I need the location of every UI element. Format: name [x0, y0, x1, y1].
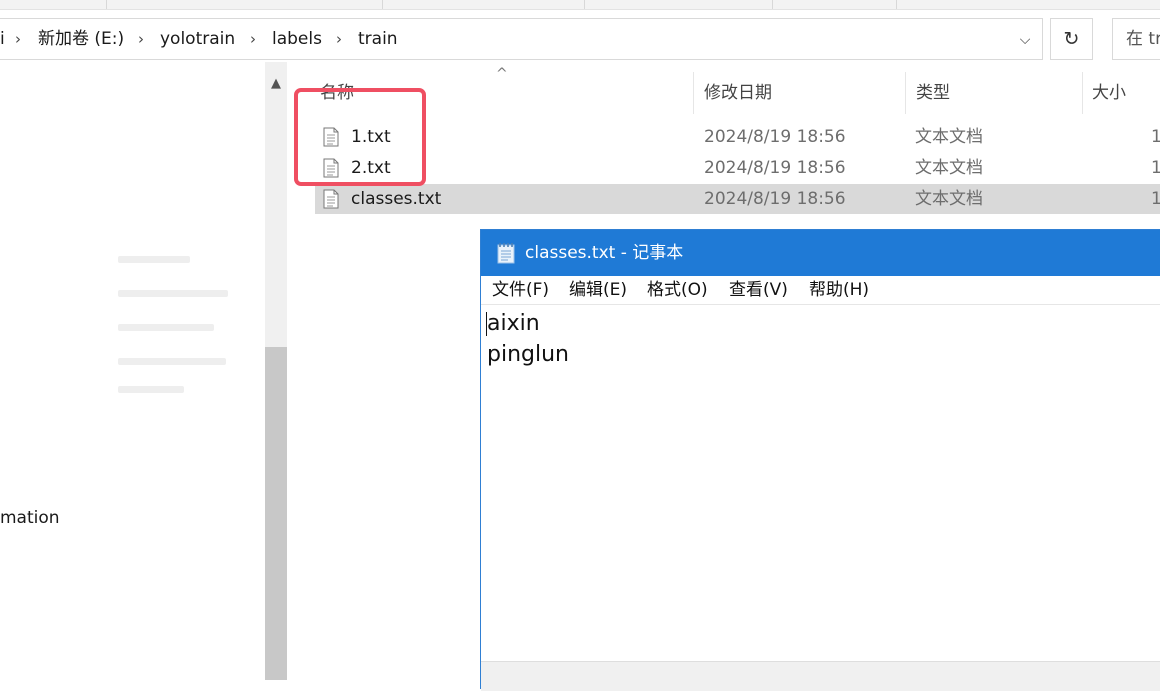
nav-scrollbar[interactable]: ▲	[265, 62, 287, 680]
breadcrumb-item[interactable]: 新加卷 (E:)	[38, 19, 124, 59]
notepad-window[interactable]: classes.txt - 记事本 文件(F) 编辑(E) 格式(O) 查看(V…	[480, 229, 1160, 691]
notepad-status-bar	[481, 661, 1160, 691]
nav-ghost-line	[118, 386, 184, 393]
file-type: 文本文档	[915, 158, 983, 178]
menu-file[interactable]: 文件(F)	[492, 276, 549, 304]
text-cursor	[486, 312, 487, 336]
column-divider[interactable]	[905, 72, 906, 114]
file-size: 1	[1151, 189, 1160, 209]
breadcrumb-item[interactable]: train	[358, 19, 398, 59]
file-date: 2024/8/19 18:56	[704, 158, 846, 178]
file-size: 1	[1151, 158, 1160, 178]
breadcrumb-chevron-icon[interactable]: ›	[138, 19, 144, 59]
search-input[interactable]: 在 tr	[1112, 18, 1160, 60]
sort-ascending-icon: ^	[496, 66, 508, 82]
breadcrumb-item[interactable]: yolotrain	[160, 19, 235, 59]
notepad-icon	[497, 243, 515, 264]
breadcrumb-item[interactable]: labels	[272, 19, 322, 59]
highlight-annotation-box	[294, 88, 426, 186]
address-dropdown-icon[interactable]: ⌵	[1012, 27, 1038, 53]
nav-item-label[interactable]: mation	[0, 508, 60, 528]
scroll-up-icon[interactable]: ▲	[265, 76, 287, 91]
file-type: 文本文档	[915, 189, 983, 209]
file-row-selected[interactable]: classes.txt 2024/8/19 18:56 文本文档 1	[315, 184, 1160, 214]
column-header-type[interactable]: 类型	[916, 70, 950, 116]
notepad-title-bar[interactable]: classes.txt - 记事本	[481, 230, 1160, 276]
column-header-size[interactable]: 大小	[1092, 70, 1126, 116]
menu-format[interactable]: 格式(O)	[647, 276, 708, 304]
file-date: 2024/8/19 18:56	[704, 127, 846, 147]
menu-edit[interactable]: 编辑(E)	[569, 276, 627, 304]
column-header-date[interactable]: 修改日期	[704, 70, 772, 116]
menu-view[interactable]: 查看(V)	[729, 276, 788, 304]
notepad-text-area[interactable]: aixin pinglun	[487, 308, 569, 370]
menu-help[interactable]: 帮助(H)	[809, 276, 869, 304]
search-placeholder: 在 tr	[1126, 29, 1160, 49]
file-size: 1	[1151, 127, 1160, 147]
nav-ghost-line	[118, 256, 190, 263]
column-divider[interactable]	[1082, 72, 1083, 114]
address-bar[interactable]: i › 新加卷 (E:) › yolotrain › labels › trai…	[0, 18, 1043, 60]
text-file-icon	[323, 189, 339, 209]
file-date: 2024/8/19 18:56	[704, 189, 846, 209]
notepad-title: classes.txt - 记事本	[525, 243, 684, 263]
refresh-icon[interactable]: ↻	[1050, 18, 1093, 60]
ribbon-strip	[0, 0, 1160, 10]
breadcrumb-chevron-icon[interactable]: ›	[15, 19, 21, 59]
file-type: 文本文档	[915, 127, 983, 147]
nav-ghost-line	[118, 324, 214, 331]
nav-ghost-line	[118, 358, 226, 365]
breadcrumb-chevron-icon[interactable]: ›	[336, 19, 342, 59]
file-name: classes.txt	[351, 189, 442, 209]
file-row[interactable]: 2.txt 2024/8/19 18:56 文本文档 1	[315, 153, 1160, 183]
column-divider[interactable]	[693, 72, 694, 114]
breadcrumb-chevron-icon[interactable]: ›	[250, 19, 256, 59]
scrollbar-thumb[interactable]	[265, 347, 287, 680]
breadcrumb-item[interactable]: i	[0, 19, 5, 59]
notepad-menu-bar: 文件(F) 编辑(E) 格式(O) 查看(V) 帮助(H)	[481, 276, 1160, 305]
navigation-pane: mation	[0, 62, 265, 680]
nav-ghost-line	[118, 290, 228, 297]
file-row[interactable]: 1.txt 2024/8/19 18:56 文本文档 1	[315, 122, 1160, 152]
